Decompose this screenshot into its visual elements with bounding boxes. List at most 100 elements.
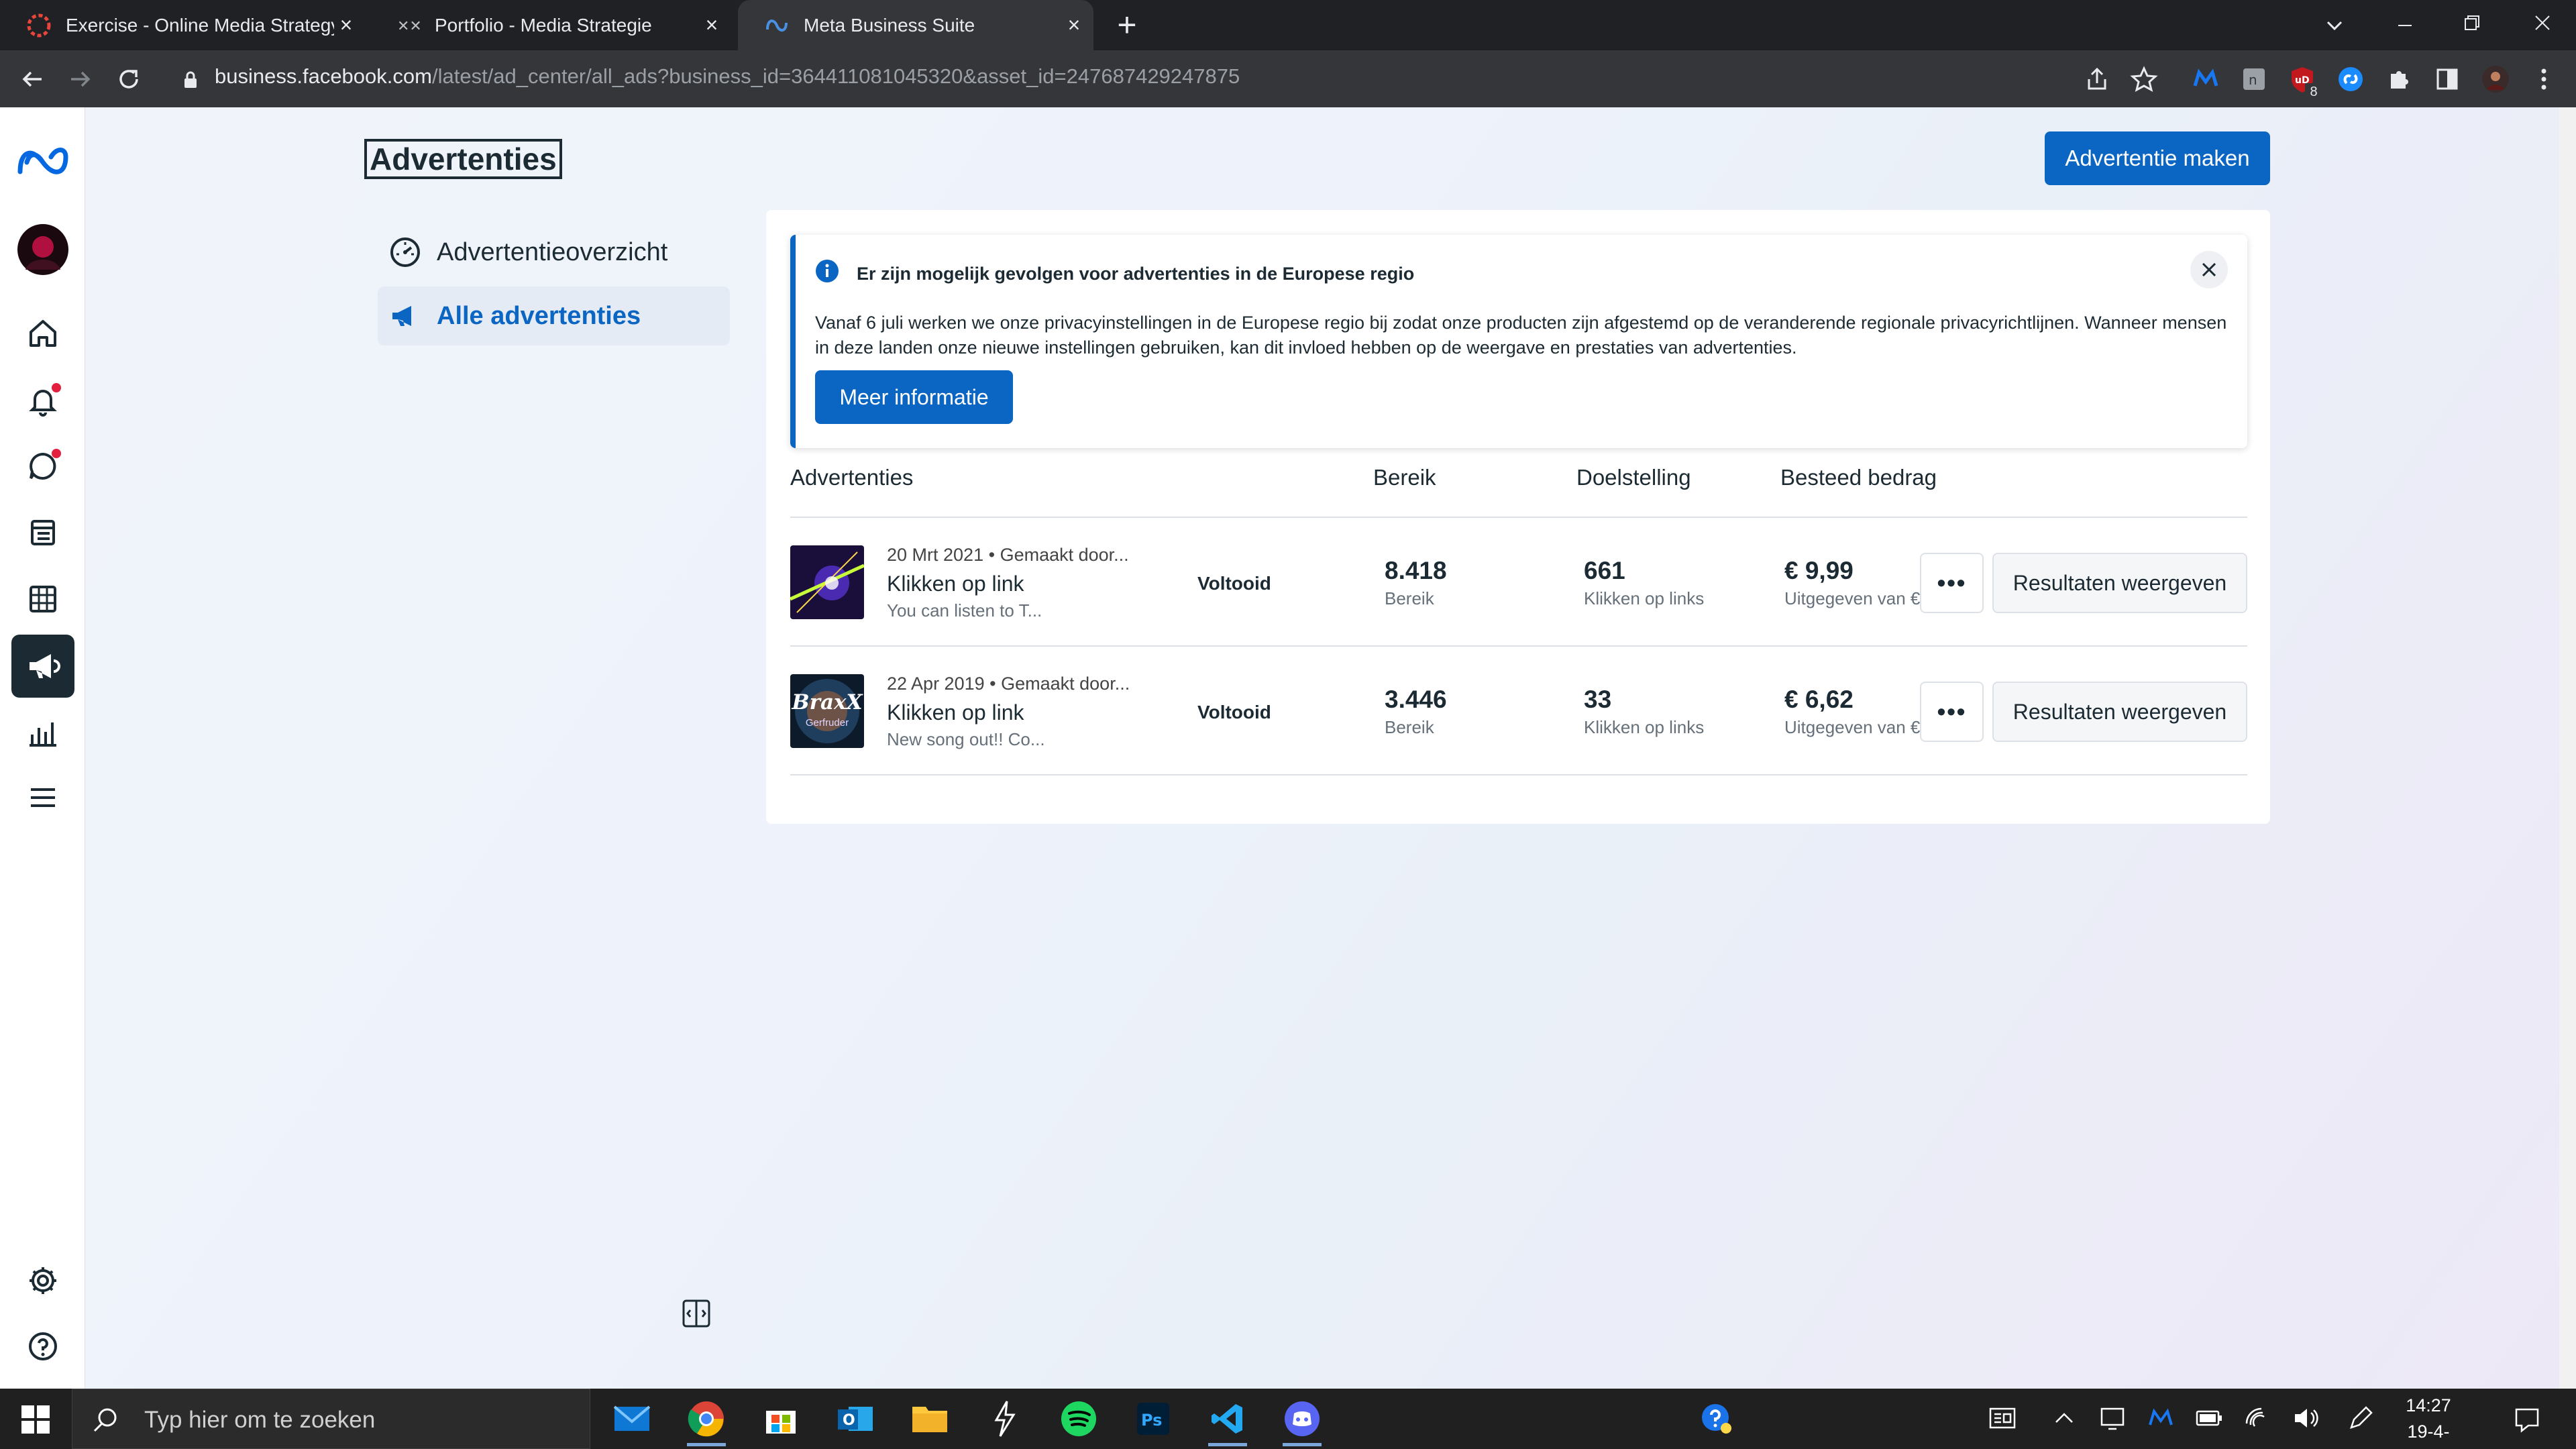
ad-date: 20 Mrt 2021 bbox=[887, 545, 984, 565]
url-text[interactable]: business.facebook.com/latest/ad_center/a… bbox=[215, 64, 1240, 89]
clock-date: 19-4-2022 bbox=[2407, 1421, 2450, 1449]
close-tab-icon[interactable]: × bbox=[336, 14, 356, 36]
browser-tab[interactable]: ✕✕ Portfolio - Media Strategie × bbox=[369, 0, 731, 50]
outlook-app-icon[interactable]: O bbox=[830, 1394, 880, 1444]
ad-name[interactable]: Klikken op link bbox=[887, 572, 1024, 596]
pen-ink-icon[interactable] bbox=[2346, 1403, 2375, 1433]
discord-app-icon[interactable] bbox=[1277, 1394, 1327, 1446]
spotify-app-icon[interactable] bbox=[1054, 1394, 1104, 1444]
goal-label: Klikken op links bbox=[1584, 717, 1705, 737]
reach-value: 8.418 bbox=[1385, 557, 1447, 584]
all-tools-menu-icon[interactable] bbox=[22, 777, 64, 818]
thumbnail-subtext: Gerfruder bbox=[805, 717, 849, 729]
tab-title: Exercise - Online Media Strategy: bbox=[66, 14, 334, 36]
more-options-button[interactable]: ••• bbox=[1920, 553, 1984, 613]
volume-icon[interactable] bbox=[2291, 1403, 2320, 1433]
tray-meta-icon[interactable] bbox=[2146, 1403, 2176, 1433]
tab-search-icon[interactable] bbox=[2321, 12, 2348, 39]
insights-chart-icon[interactable] bbox=[22, 712, 64, 754]
lock-icon[interactable] bbox=[182, 70, 199, 90]
close-banner-button[interactable] bbox=[2190, 251, 2228, 288]
goal-value: 661 bbox=[1584, 557, 1625, 584]
column-header-spent[interactable]: Besteed bedrag bbox=[1780, 465, 1937, 490]
ads-megaphone-icon[interactable] bbox=[11, 635, 74, 698]
sidebar-item-ads-overview[interactable]: Advertentieoverzicht bbox=[378, 223, 730, 282]
more-info-button[interactable]: Meer informatie bbox=[815, 370, 1013, 424]
page-avatar[interactable] bbox=[16, 223, 70, 276]
meta-logo-icon[interactable] bbox=[16, 142, 70, 181]
app-lightning-icon[interactable] bbox=[979, 1394, 1029, 1444]
system-clock[interactable]: 14:27 19-4-2022 bbox=[2388, 1393, 2469, 1449]
tab-title: Portfolio - Media Strategie bbox=[435, 14, 652, 36]
ad-date-creator: 20 Mrt 2021 • Gemaakt door... bbox=[887, 545, 1129, 565]
news-widget-icon[interactable] bbox=[1988, 1403, 2017, 1433]
minimize-icon[interactable] bbox=[2392, 12, 2418, 39]
forward-arrow-icon[interactable] bbox=[66, 64, 95, 94]
url-host: business.facebook.com bbox=[215, 64, 432, 88]
view-results-button[interactable]: Resultaten weergeven bbox=[1992, 682, 2247, 742]
new-tab-button[interactable]: + bbox=[1110, 8, 1144, 42]
help-question-icon[interactable] bbox=[22, 1326, 64, 1367]
divider bbox=[790, 517, 2247, 518]
more-options-button[interactable]: ••• bbox=[1920, 682, 1984, 742]
share-icon[interactable] bbox=[2082, 64, 2112, 94]
file-explorer-icon[interactable] bbox=[905, 1394, 955, 1444]
close-tab-icon[interactable]: × bbox=[702, 14, 722, 36]
store-app-icon[interactable] bbox=[756, 1394, 806, 1444]
reload-icon[interactable] bbox=[114, 64, 144, 94]
create-ad-button[interactable]: Advertentie maken bbox=[2045, 131, 2270, 185]
meta-extension-icon[interactable] bbox=[2191, 64, 2220, 94]
bookmark-star-icon[interactable] bbox=[2129, 64, 2159, 94]
vscode-app-icon[interactable] bbox=[1203, 1394, 1252, 1446]
photoshop-app-icon[interactable]: Ps bbox=[1128, 1394, 1178, 1444]
browser-tab[interactable]: Exercise - Online Media Strategy: × bbox=[0, 0, 366, 50]
wifi-icon[interactable] bbox=[2243, 1403, 2272, 1433]
windows-start-icon[interactable] bbox=[20, 1404, 51, 1435]
tray-overflow-chevron-icon[interactable] bbox=[2049, 1403, 2079, 1433]
shazam-icon[interactable] bbox=[2336, 64, 2365, 94]
restore-icon[interactable] bbox=[2459, 9, 2485, 36]
collapse-panel-icon[interactable] bbox=[681, 1298, 712, 1329]
view-results-button[interactable]: Resultaten weergeven bbox=[1992, 553, 2247, 613]
back-arrow-icon[interactable] bbox=[17, 64, 47, 94]
column-header-ads: Advertenties bbox=[790, 465, 914, 490]
profile-avatar-icon[interactable] bbox=[2481, 64, 2510, 94]
extension-grey-icon[interactable]: n bbox=[2239, 64, 2269, 94]
url-path: /latest/ad_center/all_ads?business_id=36… bbox=[431, 64, 1240, 88]
chrome-app-icon[interactable] bbox=[682, 1394, 731, 1446]
planner-calendar-icon[interactable] bbox=[22, 578, 64, 620]
home-icon[interactable] bbox=[22, 313, 64, 354]
column-header-reach[interactable]: Bereik bbox=[1373, 465, 1436, 490]
notifications-center-icon[interactable] bbox=[2512, 1404, 2542, 1434]
settings-gear-icon[interactable] bbox=[22, 1260, 64, 1301]
battery-icon[interactable] bbox=[2194, 1403, 2224, 1433]
ad-name[interactable]: Klikken op link bbox=[887, 700, 1024, 725]
browser-tab-active[interactable]: Meta Business Suite × bbox=[738, 0, 1093, 50]
page-scrollbar[interactable] bbox=[2559, 107, 2576, 1389]
svg-text:n: n bbox=[2249, 72, 2257, 88]
ad-description: You can listen to T... bbox=[887, 600, 1042, 621]
column-header-goal[interactable]: Doelstelling bbox=[1576, 465, 1691, 490]
divider bbox=[790, 774, 2247, 775]
sidebar-item-all-ads[interactable]: Alle advertenties bbox=[378, 286, 730, 345]
inbox-notification-dot bbox=[52, 449, 61, 458]
browser-menu-icon[interactable] bbox=[2529, 64, 2559, 94]
megaphone-icon bbox=[392, 306, 411, 326]
help-tray-icon[interactable] bbox=[1692, 1394, 1741, 1444]
close-tab-icon[interactable]: × bbox=[1064, 14, 1084, 36]
goal-value: 33 bbox=[1584, 686, 1612, 713]
side-panel-icon[interactable] bbox=[2432, 64, 2462, 94]
posts-stories-icon[interactable] bbox=[22, 511, 64, 553]
tray-screen-icon[interactable] bbox=[2098, 1403, 2127, 1433]
taskbar-search-box[interactable]: Typ hier om te zoeken bbox=[72, 1389, 590, 1449]
close-icon bbox=[2202, 262, 2216, 277]
close-window-icon[interactable] bbox=[2529, 9, 2556, 36]
extensions-puzzle-icon[interactable] bbox=[2384, 64, 2414, 94]
sidebar-item-label: Alle advertenties bbox=[437, 301, 641, 330]
reach-value: 3.446 bbox=[1385, 686, 1447, 713]
mail-app-icon[interactable] bbox=[607, 1394, 657, 1444]
ad-thumbnail[interactable] bbox=[790, 545, 864, 619]
meta-favicon-icon bbox=[766, 19, 788, 32]
status-badge: Voltooid bbox=[1197, 702, 1271, 722]
ad-thumbnail[interactable]: BraxX Gerfruder bbox=[790, 674, 864, 748]
